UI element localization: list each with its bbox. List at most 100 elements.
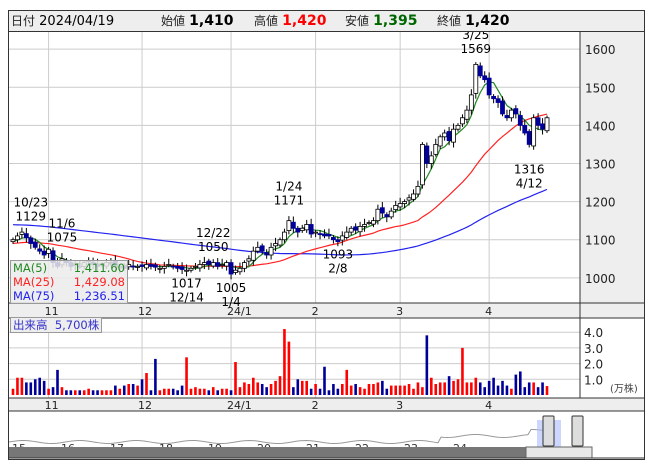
- volume-bar: [523, 387, 527, 395]
- volume-bar: [96, 390, 99, 395]
- annotation-value: 1569: [461, 42, 492, 56]
- candle-body: [379, 207, 385, 214]
- candle: [246, 255, 252, 266]
- volume-bar: [38, 377, 41, 395]
- candle: [526, 129, 532, 148]
- volume-bar: [332, 384, 335, 395]
- navigator-price-line: [9, 429, 550, 445]
- candle: [28, 235, 34, 249]
- candle-body: [317, 233, 323, 236]
- date-tick-label: 4: [485, 305, 492, 318]
- volume-bar: [381, 380, 384, 395]
- ma5-value: 1,411.60: [73, 261, 125, 275]
- candle-body: [179, 266, 185, 270]
- candle-body: [210, 262, 216, 267]
- navigator-scrollbar-thumb[interactable]: [525, 446, 593, 459]
- volume-bar: [341, 384, 344, 395]
- volume-bar: [243, 382, 246, 395]
- date-label: 日付: [11, 14, 36, 28]
- candle-body: [508, 109, 514, 119]
- volume-bar: [158, 390, 162, 395]
- candle: [37, 244, 43, 255]
- candle-body: [144, 264, 149, 269]
- price-tick-label: 1200: [585, 196, 616, 210]
- candle-body: [135, 266, 140, 268]
- annotation-value: 1171: [274, 194, 305, 208]
- candle-body: [282, 231, 287, 241]
- volume-bar: [274, 380, 277, 395]
- candle-body: [339, 235, 345, 241]
- candle: [433, 138, 439, 157]
- candle-body: [406, 197, 412, 201]
- volume-bar: [496, 385, 500, 395]
- ma5-name: MA(5): [13, 261, 48, 275]
- candle-body: [206, 260, 212, 265]
- volume-date-tick-label: 12: [138, 399, 152, 412]
- candle-body: [157, 267, 163, 270]
- volume-bar: [461, 347, 464, 395]
- navigator-left-handle[interactable]: [542, 415, 555, 447]
- candle: [268, 242, 274, 260]
- candle: [339, 231, 345, 246]
- volume-bar: [252, 377, 255, 395]
- candle: [15, 232, 20, 243]
- price-annotation: 10932/8: [323, 247, 354, 275]
- candle-body: [522, 124, 528, 134]
- candle-body: [513, 108, 519, 115]
- volume-bar: [278, 376, 282, 395]
- chart-frame: 日付 2024/04/19 始値 1,410 高値 1,420 安値 1,395…: [8, 10, 645, 460]
- candle-body: [23, 233, 29, 239]
- volume-bar: [211, 387, 215, 395]
- volume-bar: [296, 379, 300, 395]
- ma25-legend: MA(25) 1,429.08: [13, 275, 125, 289]
- candle: [344, 226, 350, 240]
- candle-body: [19, 231, 25, 235]
- volume-bar: [154, 358, 157, 395]
- volume-bar: [407, 384, 411, 395]
- volume-bar: [403, 385, 406, 395]
- annotation-date: 11/6: [48, 216, 75, 230]
- candle-body: [540, 123, 545, 130]
- volume-bar: [372, 384, 375, 395]
- candle-body: [544, 117, 550, 132]
- candle: [437, 134, 443, 150]
- candle-body: [344, 231, 350, 238]
- volume-bar: [336, 388, 340, 395]
- candle-body: [152, 264, 158, 268]
- candle: [424, 142, 430, 169]
- ma-legend: MA(5) 1,411.60 MA(25) 1,429.08 MA(75) 1,236…: [10, 260, 128, 304]
- volume-bar: [394, 385, 397, 395]
- stock-chart-widget: 日付 2024/04/19 始値 1,410 高値 1,420 安値 1,395…: [0, 0, 653, 470]
- volume-bar: [105, 390, 108, 395]
- candle: [451, 123, 456, 148]
- navigator-right-handle[interactable]: [571, 415, 584, 447]
- candle: [161, 261, 167, 274]
- candle: [228, 259, 234, 280]
- volume-bar: [51, 387, 55, 395]
- candle: [379, 201, 385, 218]
- annotation-date: 2/8: [328, 261, 347, 275]
- volume-bar: [60, 387, 64, 395]
- volume-bar: [425, 335, 429, 395]
- candle: [446, 126, 452, 146]
- volume-bar: [519, 371, 522, 395]
- candle: [264, 249, 270, 259]
- candle-body: [353, 226, 359, 231]
- high-value: 1,420: [282, 13, 327, 29]
- volume-unit-label: (万株): [610, 382, 638, 395]
- candle-body: [491, 96, 497, 100]
- candle-body: [460, 117, 465, 125]
- price-volume-chart[interactable]: 1000 1100 1200 1300 1400 1500 1600 1.02.0 3.0 4.0…: [9, 32, 644, 460]
- price-tick-label: 1600: [585, 43, 616, 57]
- volume-bar: [20, 377, 24, 395]
- volume-bar: [389, 385, 393, 395]
- candle-body: [28, 237, 34, 244]
- annotation-date: 10/23: [14, 196, 49, 210]
- volume-bar: [256, 382, 260, 395]
- candle-body: [299, 227, 305, 231]
- volume-bar: [501, 380, 504, 395]
- date-group: 日付 2024/04/19: [11, 11, 114, 32]
- range-navigator: 15161718192021222324: [9, 415, 644, 459]
- volume-bar: [163, 388, 166, 395]
- volume-value: 5,700株: [54, 318, 100, 332]
